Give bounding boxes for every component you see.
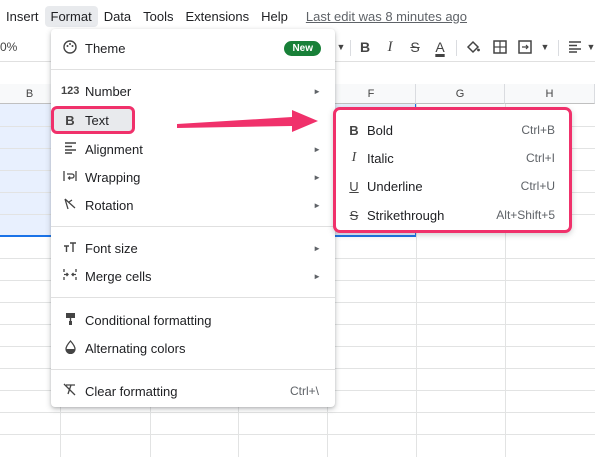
menu-item-label: Theme	[85, 40, 126, 56]
menu-item-rotation[interactable]: Rotation ►	[51, 192, 335, 218]
submenu-arrow-icon: ►	[313, 271, 321, 281]
shortcut-label: Ctrl+\	[289, 384, 319, 398]
menu-divider	[51, 69, 335, 70]
menu-help[interactable]: Help	[255, 6, 294, 27]
menu-item-label: Clear formatting	[85, 383, 178, 399]
submenu-item-italic[interactable]: I Italic Ctrl+I	[336, 145, 569, 171]
font-size-icon	[61, 241, 79, 256]
submenu-item-strikethrough[interactable]: S Strikethrough Alt+Shift+5	[336, 202, 569, 228]
paint-roller-icon	[61, 312, 79, 329]
menu-data[interactable]: Data	[98, 6, 137, 27]
menu-format[interactable]: Format	[44, 5, 98, 27]
menu-item-clear-formatting[interactable]: Clear formatting Ctrl+\	[51, 378, 335, 404]
menu-bar: Insert Format Data Tools Extensions Help…	[0, 0, 595, 32]
chevron-down-icon[interactable]: ▼	[534, 37, 556, 57]
menu-item-text[interactable]: B Text	[51, 106, 335, 134]
borders-icon[interactable]	[489, 37, 511, 57]
zoom-select[interactable]: 0%	[0, 40, 17, 54]
shortcut-label: Alt+Shift+5	[496, 208, 555, 222]
menu-divider	[51, 226, 335, 227]
menu-item-label: Alternating colors	[85, 340, 186, 356]
submenu-item-label: Strikethrough	[367, 207, 445, 223]
underline-icon: U	[349, 178, 359, 194]
fill-color-icon[interactable]	[462, 37, 484, 57]
color-drop-icon	[61, 339, 79, 357]
clear-format-icon	[61, 383, 79, 399]
italic-button[interactable]: I	[379, 37, 401, 57]
menu-divider	[51, 297, 335, 298]
menu-item-label: Merge cells	[85, 268, 152, 284]
menu-item-merge-cells[interactable]: Merge cells ►	[51, 263, 335, 289]
submenu-item-label: Bold	[367, 122, 394, 138]
submenu-arrow-icon: ►	[313, 86, 321, 96]
shortcut-label: Ctrl+I	[525, 151, 555, 165]
text-submenu: B Bold Ctrl+B I Italic Ctrl+I U Underlin…	[333, 107, 572, 233]
menu-extensions[interactable]: Extensions	[180, 6, 256, 27]
italic-icon: I	[351, 150, 357, 165]
menu-item-wrapping[interactable]: Wrapping ►	[51, 164, 335, 190]
column-header-h[interactable]: H	[505, 84, 595, 104]
menu-item-font-size[interactable]: Font size ►	[51, 235, 335, 261]
toolbar-divider	[456, 40, 457, 56]
strikethrough-icon: S	[349, 207, 359, 223]
format-menu: Theme New 123 Number ► B Text Alignment …	[51, 29, 335, 407]
align-left-icon	[61, 141, 79, 157]
text-color-button[interactable]: A	[429, 37, 451, 57]
toolbar-divider	[350, 40, 351, 56]
menu-item-label: Rotation	[85, 197, 134, 213]
menu-item-label: Number	[85, 83, 132, 99]
bold-button[interactable]: B	[354, 37, 376, 57]
submenu-arrow-icon: ►	[313, 144, 321, 154]
submenu-item-bold[interactable]: B Bold Ctrl+B	[336, 117, 569, 143]
last-edit-link[interactable]: Last edit was 8 minutes ago	[306, 9, 467, 24]
menu-item-conditional-formatting[interactable]: Conditional formatting	[51, 307, 335, 333]
submenu-arrow-icon: ►	[313, 200, 321, 210]
merge-cells-icon	[61, 268, 79, 284]
menu-item-label: Wrapping	[85, 169, 141, 185]
chevron-down-icon[interactable]: ▼	[580, 37, 595, 57]
column-header-g[interactable]: G	[416, 84, 505, 104]
menu-item-alignment[interactable]: Alignment ►	[51, 136, 335, 162]
menu-tools[interactable]: Tools	[137, 6, 179, 27]
strikethrough-button[interactable]: S	[404, 37, 426, 57]
bold-icon: B	[349, 122, 359, 138]
menu-insert[interactable]: Insert	[0, 6, 45, 27]
new-badge: New	[284, 40, 321, 56]
submenu-arrow-icon: ►	[313, 243, 321, 253]
menu-item-number[interactable]: 123 Number ►	[51, 78, 335, 104]
wrap-icon	[61, 170, 79, 185]
submenu-item-underline[interactable]: U Underline Ctrl+U	[336, 173, 569, 199]
number-format-icon: 123	[61, 85, 80, 97]
shortcut-label: Ctrl+U	[520, 179, 555, 193]
menu-item-label: Alignment	[85, 141, 143, 157]
menu-item-theme[interactable]: Theme New	[51, 35, 335, 61]
submenu-item-label: Underline	[367, 178, 423, 194]
toolbar-divider	[558, 40, 559, 56]
menu-item-label: Text	[85, 112, 109, 128]
menu-item-alternating-colors[interactable]: Alternating colors	[51, 335, 335, 361]
menu-item-label: Conditional formatting	[85, 312, 212, 328]
submenu-item-label: Italic	[367, 150, 394, 166]
column-header-f[interactable]: F	[327, 84, 416, 104]
rotation-icon	[61, 197, 79, 213]
merge-cells-icon[interactable]	[514, 37, 536, 57]
menu-item-label: Font size	[85, 240, 138, 256]
bold-icon: B	[65, 112, 75, 128]
submenu-arrow-icon: ►	[313, 172, 321, 182]
menu-divider	[51, 369, 335, 370]
shortcut-label: Ctrl+B	[521, 123, 555, 137]
palette-icon	[61, 39, 79, 57]
